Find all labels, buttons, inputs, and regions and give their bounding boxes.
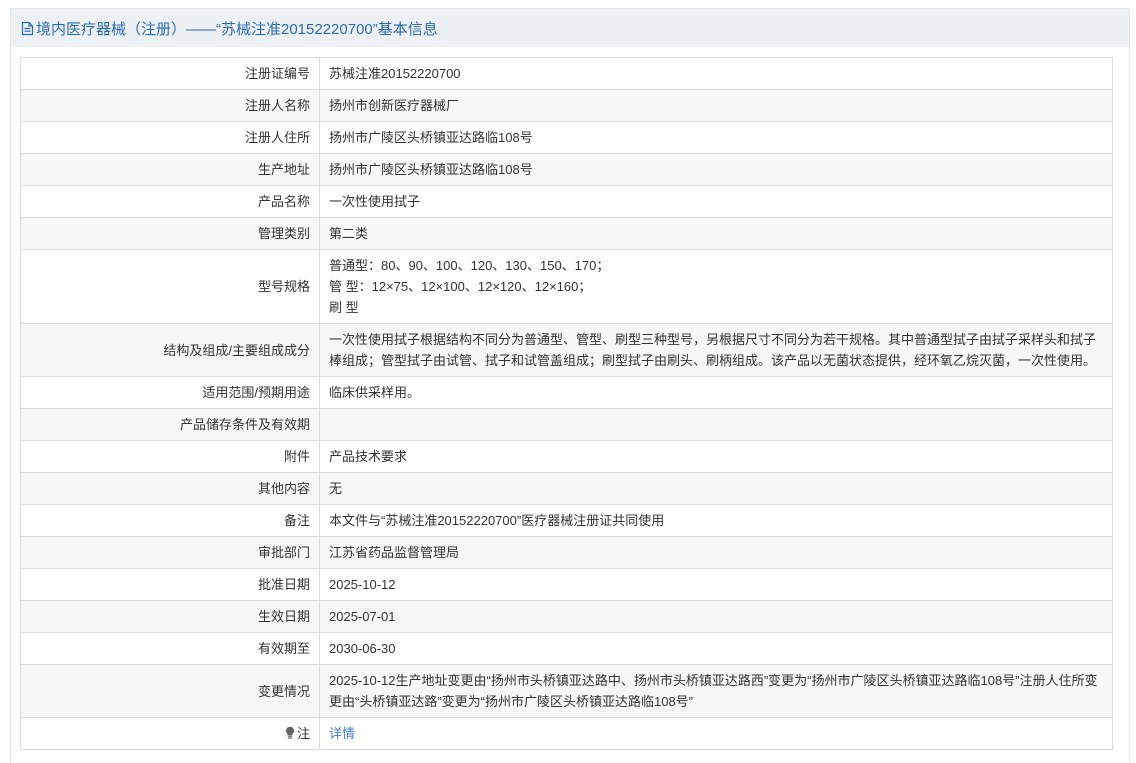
product-name-label: 产品名称 (20, 185, 320, 218)
approval-date-value: 2025-10-12 (319, 568, 1113, 601)
remarks-label: 备注 (20, 504, 320, 537)
storage-conditions-value (319, 408, 1113, 441)
row-production-address: 生产地址 扬州市广陵区头桥镇亚达路临108号 (20, 153, 1113, 186)
model-spec-line-standard: 普通型：80、90、100、120、130、150、170； (329, 258, 610, 273)
row-approval-department: 审批部门 江苏省药品监督管理局 (20, 536, 1113, 569)
info-table-body: 注册证编号 苏械注准20152220700 注册人名称 扬州市创新医疗器械厂 注… (20, 57, 1113, 750)
registration-number-label: 注册证编号 (20, 57, 320, 90)
row-structure-composition: 结构及组成/主要组成成分 一次性使用拭子根据结构不同分为普通型、管型、刷型三种型… (20, 323, 1113, 377)
product-name-value: 一次性使用拭子 (319, 185, 1113, 218)
row-approval-date: 批准日期 2025-10-12 (20, 568, 1113, 601)
lightbulb-icon-graphic (285, 726, 294, 739)
structure-composition-label: 结构及组成/主要组成成分 (20, 323, 320, 377)
row-valid-until: 有效期至 2030-06-30 (20, 632, 1113, 665)
valid-until-value: 2030-06-30 (319, 632, 1113, 665)
model-spec-label: 型号规格 (20, 249, 320, 324)
management-category-value: 第二类 (319, 217, 1113, 250)
document-icon-graphic (21, 21, 33, 35)
row-management-category: 管理类别 第二类 (20, 217, 1113, 250)
other-content-label: 其他内容 (20, 472, 320, 505)
row-effective-date: 生效日期 2025-07-01 (20, 600, 1113, 633)
row-model-spec: 型号规格 普通型：80、90、100、120、130、150、170； 管 型：… (20, 249, 1113, 324)
row-storage-conditions: 产品储存条件及有效期 (20, 408, 1113, 441)
info-table: 注册证编号 苏械注准20152220700 注册人名称 扬州市创新医疗器械厂 注… (20, 57, 1113, 750)
lightbulb-icon (285, 724, 295, 739)
production-address-label: 生产地址 (20, 153, 320, 186)
registrant-name-value: 扬州市创新医疗器械厂 (319, 89, 1113, 122)
effective-date-label: 生效日期 (20, 600, 320, 633)
registrant-address-label: 注册人住所 (20, 121, 320, 154)
production-address-value: 扬州市广陵区头桥镇亚达路临108号 (319, 153, 1113, 186)
registrant-name-label: 注册人名称 (20, 89, 320, 122)
registrant-address-value: 扬州市广陵区头桥镇亚达路临108号 (319, 121, 1113, 154)
row-note: 注 详情 (20, 717, 1113, 750)
valid-until-label: 有效期至 (20, 632, 320, 665)
model-spec-line-brush: 刷 型 (329, 300, 359, 315)
note-label: 注 (296, 726, 310, 741)
structure-composition-value: 一次性使用拭子根据结构不同分为普通型、管型、刷型三种型号，另根据尺寸不同分为若干… (319, 323, 1113, 377)
row-attachments: 附件 产品技术要求 (20, 440, 1113, 473)
effective-date-value: 2025-07-01 (319, 600, 1113, 633)
approval-date-label: 批准日期 (20, 568, 320, 601)
other-content-value: 无 (319, 472, 1113, 505)
page-title: 境内医疗器械（注册）——“苏械注准20152220700”基本信息 (36, 20, 438, 38)
scope-intended-use-value: 临床供采样用。 (319, 376, 1113, 409)
row-remarks: 备注 本文件与“苏械注准20152220700”医疗器械注册证共同使用 (20, 504, 1113, 537)
document-icon (20, 20, 34, 36)
change-history-value: 2025-10-12生产地址变更由“扬州市头桥镇亚达路中、扬州市头桥镇亚达路西”… (319, 664, 1113, 718)
page-header: 境内医疗器械（注册）——“苏械注准20152220700”基本信息 (11, 9, 1129, 47)
note-label-cell: 注 (20, 717, 320, 750)
management-category-label: 管理类别 (20, 217, 320, 250)
note-value: 详情 (319, 717, 1113, 750)
storage-conditions-label: 产品储存条件及有效期 (20, 408, 320, 441)
remarks-value: 本文件与“苏械注准20152220700”医疗器械注册证共同使用 (319, 504, 1113, 537)
approval-department-value: 江苏省药品监督管理局 (319, 536, 1113, 569)
row-registrant-address: 注册人住所 扬州市广陵区头桥镇亚达路临108号 (20, 121, 1113, 154)
row-change-history: 变更情况 2025-10-12生产地址变更由“扬州市头桥镇亚达路中、扬州市头桥镇… (20, 664, 1113, 718)
row-registrant-name: 注册人名称 扬州市创新医疗器械厂 (20, 89, 1113, 122)
detail-panel: 境内医疗器械（注册）——“苏械注准20152220700”基本信息 注册证编号 … (10, 8, 1130, 763)
attachments-label: 附件 (20, 440, 320, 473)
model-spec-line-tube: 管 型：12×75、12×100、12×120、12×160； (329, 279, 592, 294)
scope-intended-use-label: 适用范围/预期用途 (20, 376, 320, 409)
change-history-label: 变更情况 (20, 664, 320, 718)
approval-department-label: 审批部门 (20, 536, 320, 569)
row-registration-number: 注册证编号 苏械注准20152220700 (20, 57, 1113, 90)
details-link[interactable]: 详情 (329, 726, 355, 741)
row-other-content: 其他内容 无 (20, 472, 1113, 505)
row-scope-intended-use: 适用范围/预期用途 临床供采样用。 (20, 376, 1113, 409)
row-product-name: 产品名称 一次性使用拭子 (20, 185, 1113, 218)
model-spec-value: 普通型：80、90、100、120、130、150、170； 管 型：12×75… (319, 249, 1113, 324)
registration-number-value: 苏械注准20152220700 (319, 57, 1113, 90)
attachments-value: 产品技术要求 (319, 440, 1113, 473)
